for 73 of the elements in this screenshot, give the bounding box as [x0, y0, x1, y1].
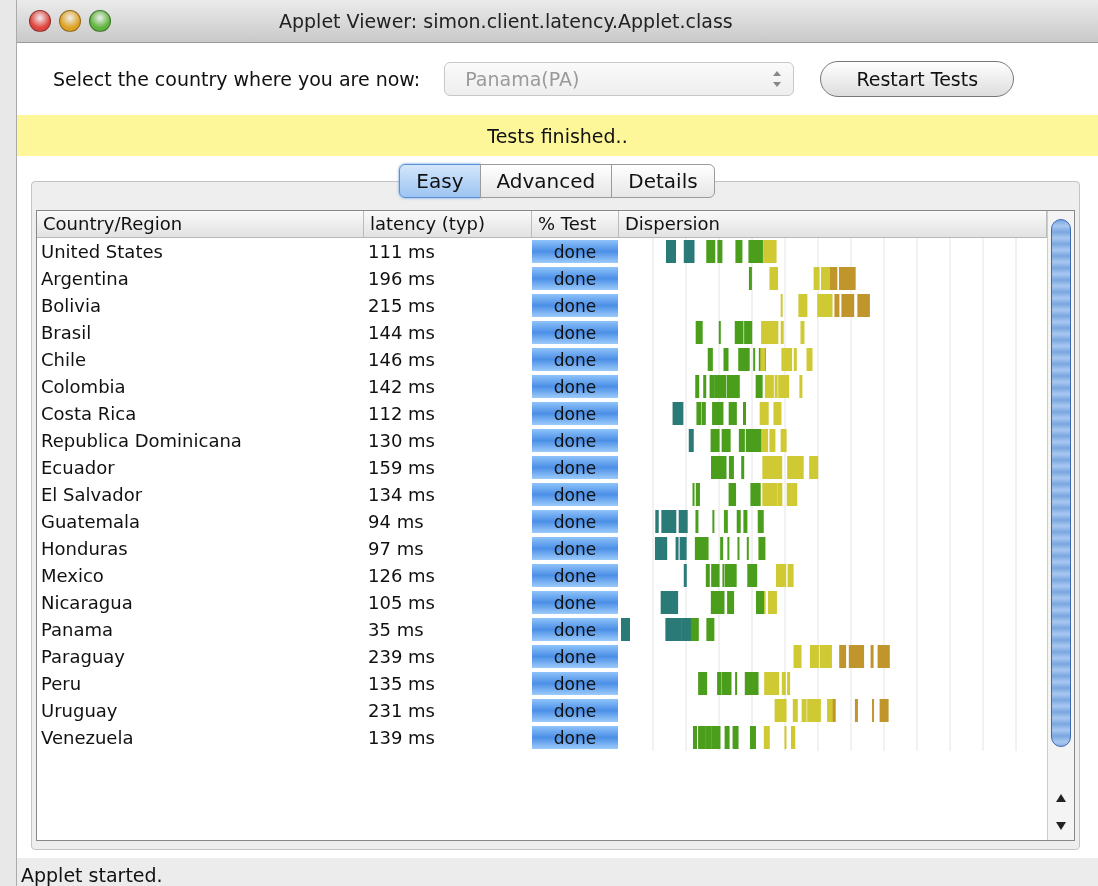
table-cell-text: 146 ms	[367, 349, 436, 370]
progress-bar: done	[532, 537, 618, 560]
table-cell-text: 130 ms	[367, 430, 436, 451]
table-cell-text: El Salvador	[40, 484, 144, 505]
progress-bar: done	[532, 375, 618, 398]
table-cell-text: 35 ms	[367, 619, 425, 640]
table-cell-text: Paraguay	[40, 646, 127, 667]
table-cell-text: 97 ms	[367, 538, 425, 559]
table-cell-text: 215 ms	[367, 295, 436, 316]
progress-bar: done	[532, 564, 618, 587]
progress-bar: done	[532, 483, 618, 506]
table-cell-text: Republica Dominicana	[40, 430, 243, 451]
window-title: Applet Viewer: simon.client.latency.Applet.class	[279, 10, 733, 32]
scroll-thumb[interactable]	[1051, 219, 1071, 747]
column-header[interactable]: % Test	[532, 211, 619, 237]
progress-bar: done	[532, 429, 618, 452]
country-label: Select the country where you are now:	[53, 68, 421, 90]
table-cell-text: 142 ms	[367, 376, 436, 397]
table-cell-text: United States	[40, 241, 164, 262]
progress-bar: done	[532, 456, 618, 479]
column-header[interactable]: Country/Region	[37, 211, 364, 237]
table-cell-text: Ecuador	[40, 457, 116, 478]
column-header[interactable]: latency (typ)	[364, 211, 532, 237]
table-cell-text: Honduras	[40, 538, 129, 559]
status-text: Applet started.	[20, 864, 163, 886]
table-cell-text: Mexico	[40, 565, 105, 586]
table-cell-text: 111 ms	[367, 241, 436, 262]
tab[interactable]: Details	[611, 164, 715, 198]
table-cell-text: 94 ms	[367, 511, 425, 532]
table-cell-text: Costa Rica	[40, 403, 138, 424]
table-cell-text: Venezuela	[40, 727, 135, 748]
progress-bar: done	[532, 672, 618, 695]
zoom-button[interactable]	[89, 10, 111, 32]
table-cell-text: Uruguay	[40, 700, 119, 721]
table-cell-text: Peru	[40, 673, 83, 694]
table-cell-text: Nicaragua	[40, 592, 134, 613]
scrollbar[interactable]	[1047, 211, 1074, 840]
tab[interactable]: Advanced	[479, 164, 613, 198]
table-cell-text: 126 ms	[367, 565, 436, 586]
progress-bar: done	[532, 267, 618, 290]
progress-bar: done	[532, 348, 618, 371]
table-cell-text: 196 ms	[367, 268, 436, 289]
table-cell-text: 159 ms	[367, 457, 436, 478]
table-cell-text: Argentina	[40, 268, 130, 289]
progress-bar: done	[532, 402, 618, 425]
table-cell-text: Bolivia	[40, 295, 103, 316]
table-cell-text: 239 ms	[367, 646, 436, 667]
table-cell-text: 135 ms	[367, 673, 436, 694]
table-cell-text: Guatemala	[40, 511, 142, 532]
tab[interactable]: Easy	[399, 164, 481, 198]
table-cell-text: 134 ms	[367, 484, 436, 505]
progress-bar: done	[532, 240, 618, 263]
progress-bar: done	[532, 726, 618, 749]
table-cell-text: Chile	[40, 349, 88, 370]
progress-bar: done	[532, 510, 618, 533]
progress-bar: done	[532, 618, 618, 641]
close-button[interactable]	[29, 10, 51, 32]
table-cell-text: Colombia	[40, 376, 127, 397]
table-cell-text: 139 ms	[367, 727, 436, 748]
progress-bar: done	[532, 591, 618, 614]
restart-tests-button[interactable]: Restart Tests	[820, 61, 1015, 97]
table-cell-text: 144 ms	[367, 322, 436, 343]
minimize-button[interactable]	[59, 10, 81, 32]
table-cell-text: Brasil	[40, 322, 93, 343]
table-cell-text: 112 ms	[367, 403, 436, 424]
table-cell-text: Panama	[40, 619, 115, 640]
table-cell-text: 105 ms	[367, 592, 436, 613]
banner-text: Tests finished..	[487, 124, 628, 147]
progress-bar: done	[532, 699, 618, 722]
table-cell-text: 231 ms	[367, 700, 436, 721]
progress-bar: done	[532, 645, 618, 668]
progress-bar: done	[532, 294, 618, 317]
progress-bar: done	[532, 321, 618, 344]
